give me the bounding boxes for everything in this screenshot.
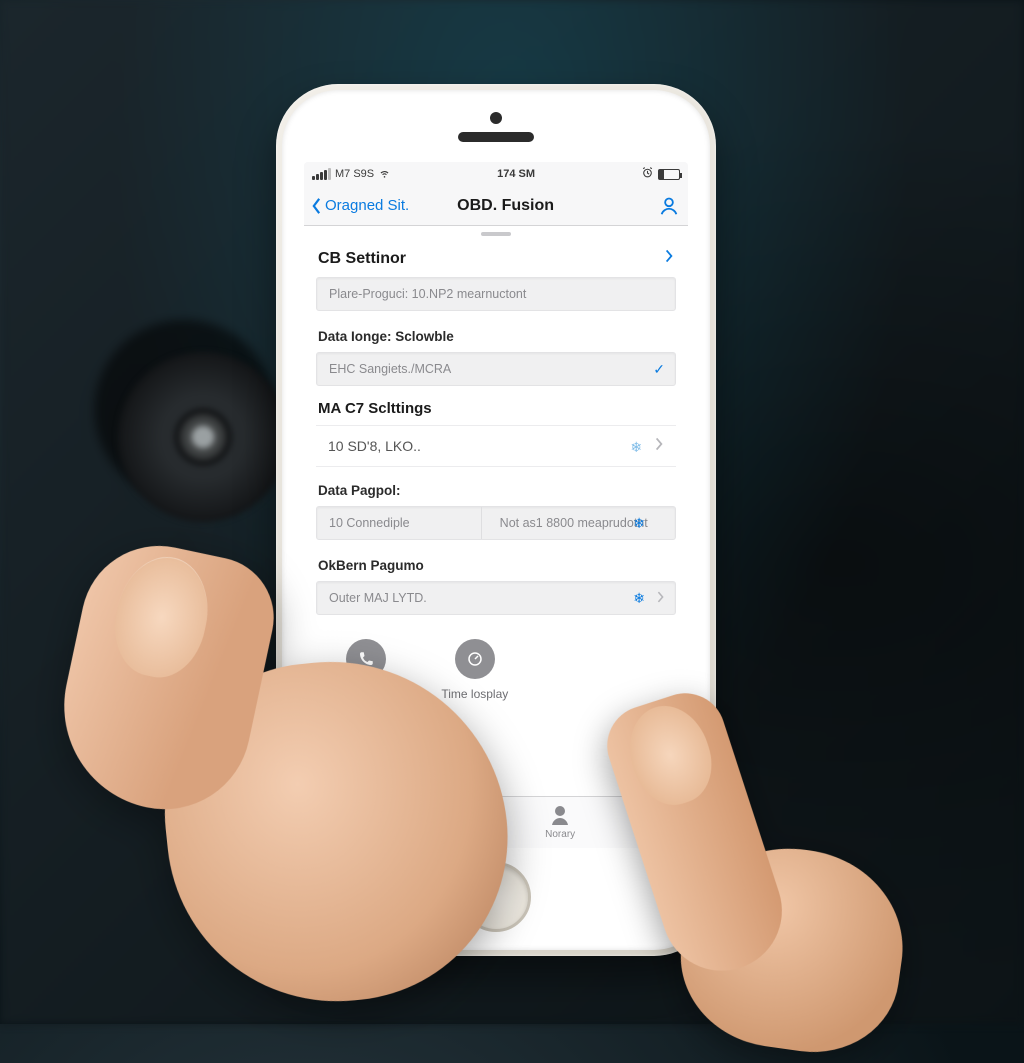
chevron-right-icon bbox=[656, 590, 665, 607]
data-pagol-left: 10 Connediple bbox=[317, 507, 482, 539]
section-okbern-title: OkBern Pagumo bbox=[318, 558, 424, 573]
page-title: OBD. Fusion bbox=[355, 197, 656, 215]
tab-touch-label: Sulnen bbox=[430, 829, 461, 840]
screen: M7 S9S 174 SM Oragned Sit. OBD. Fusio bbox=[304, 162, 688, 848]
data-pagol-right: Not as1 8800 meaprudotnt bbox=[488, 507, 675, 539]
mac-settings-row[interactable]: 10 SD'8, LKO.. ❄ bbox=[316, 425, 676, 467]
wifi-icon bbox=[378, 166, 391, 182]
data-pagol-field[interactable]: 10 Connediple Not as1 8800 meaprudotnt ❄ bbox=[316, 506, 676, 540]
drag-indicator bbox=[481, 232, 511, 236]
check-icon: ✓ bbox=[653, 361, 665, 378]
front-camera bbox=[490, 112, 502, 124]
shortcut-easy-insure[interactable]: Ersy Insuire bbox=[334, 639, 397, 701]
shortcut-row: Ersy Insuire Time losplay bbox=[304, 621, 688, 709]
shortcut-time-display-label: Time losplay bbox=[441, 687, 508, 701]
nav-bar: Oragned Sit. OBD. Fusion bbox=[304, 186, 688, 226]
section-data-longe-title: Data Ionge: Sclowble bbox=[318, 329, 454, 344]
tab-bar: Sulnen Norary bbox=[304, 796, 688, 848]
status-bar: M7 S9S 174 SM bbox=[304, 162, 688, 186]
phone-bezel: M7 S9S 174 SM Oragned Sit. OBD. Fusio bbox=[282, 90, 710, 950]
tab-more-label: Norary bbox=[545, 829, 575, 840]
snowflake-icon: ❄ bbox=[630, 439, 642, 455]
gauge-icon bbox=[455, 639, 495, 679]
chevron-right-icon bbox=[654, 439, 664, 455]
steering-wheel-logo bbox=[118, 352, 288, 522]
section-mac-settings: MA C7 Sclttings bbox=[304, 392, 688, 425]
snowflake-icon: ❄ bbox=[633, 515, 645, 532]
battery-icon bbox=[658, 169, 680, 180]
tab-more[interactable]: Norary bbox=[545, 803, 575, 840]
content-scroll[interactable]: CB Settinor Plare‑Proguci: 10.NP2 mearnu… bbox=[304, 226, 688, 796]
signal-strength-icon bbox=[312, 168, 331, 180]
chevron-right-icon bbox=[664, 248, 674, 269]
data-longe-field[interactable]: EHC Sangiets./MCRA ✓ bbox=[316, 352, 676, 386]
section-okbern: OkBern Pagumo bbox=[304, 546, 688, 581]
carrier-label: M7 S9S bbox=[335, 168, 374, 180]
cb-product-value: Plare‑Proguci: 10.NP2 mearnuctont bbox=[329, 287, 526, 301]
phone-icon bbox=[346, 639, 386, 679]
section-data-pagol: Data Pagpol: bbox=[304, 471, 688, 506]
earpiece-speaker bbox=[458, 132, 534, 142]
shortcut-time-display[interactable]: Time losplay bbox=[441, 639, 508, 701]
section-cb-title: CB Settinor bbox=[318, 250, 406, 268]
section-data-pagol-title: Data Pagpol: bbox=[318, 483, 401, 498]
tab-touch[interactable]: Sulnen bbox=[430, 803, 461, 840]
data-longe-value: EHC Sangiets./MCRA bbox=[329, 362, 451, 376]
home-button[interactable] bbox=[461, 862, 531, 932]
status-time: 174 SM bbox=[391, 168, 641, 180]
section-data-longe: Data Ionge: Sclowble bbox=[304, 317, 688, 352]
phone-frame: M7 S9S 174 SM Oragned Sit. OBD. Fusio bbox=[276, 84, 716, 956]
okbern-field[interactable]: Outer MAJ LYTD. ❄ bbox=[316, 581, 676, 615]
section-mac-title: MA C7 Sclttings bbox=[318, 400, 432, 417]
snowflake-icon: ❄ bbox=[633, 590, 645, 607]
shortcut-easy-insure-label: Ersy Insuire bbox=[334, 687, 397, 701]
okbern-value: Outer MAJ LYTD. bbox=[329, 591, 427, 605]
tab-device[interactable] bbox=[322, 803, 346, 829]
alarm-icon bbox=[641, 166, 654, 182]
profile-button[interactable] bbox=[656, 195, 682, 217]
mac-settings-value: 10 SD'8, LKO.. bbox=[328, 438, 421, 454]
cb-product-field[interactable]: Plare‑Proguci: 10.NP2 mearnuctont bbox=[316, 277, 676, 311]
section-cb-settings[interactable]: CB Settinor bbox=[304, 240, 688, 277]
